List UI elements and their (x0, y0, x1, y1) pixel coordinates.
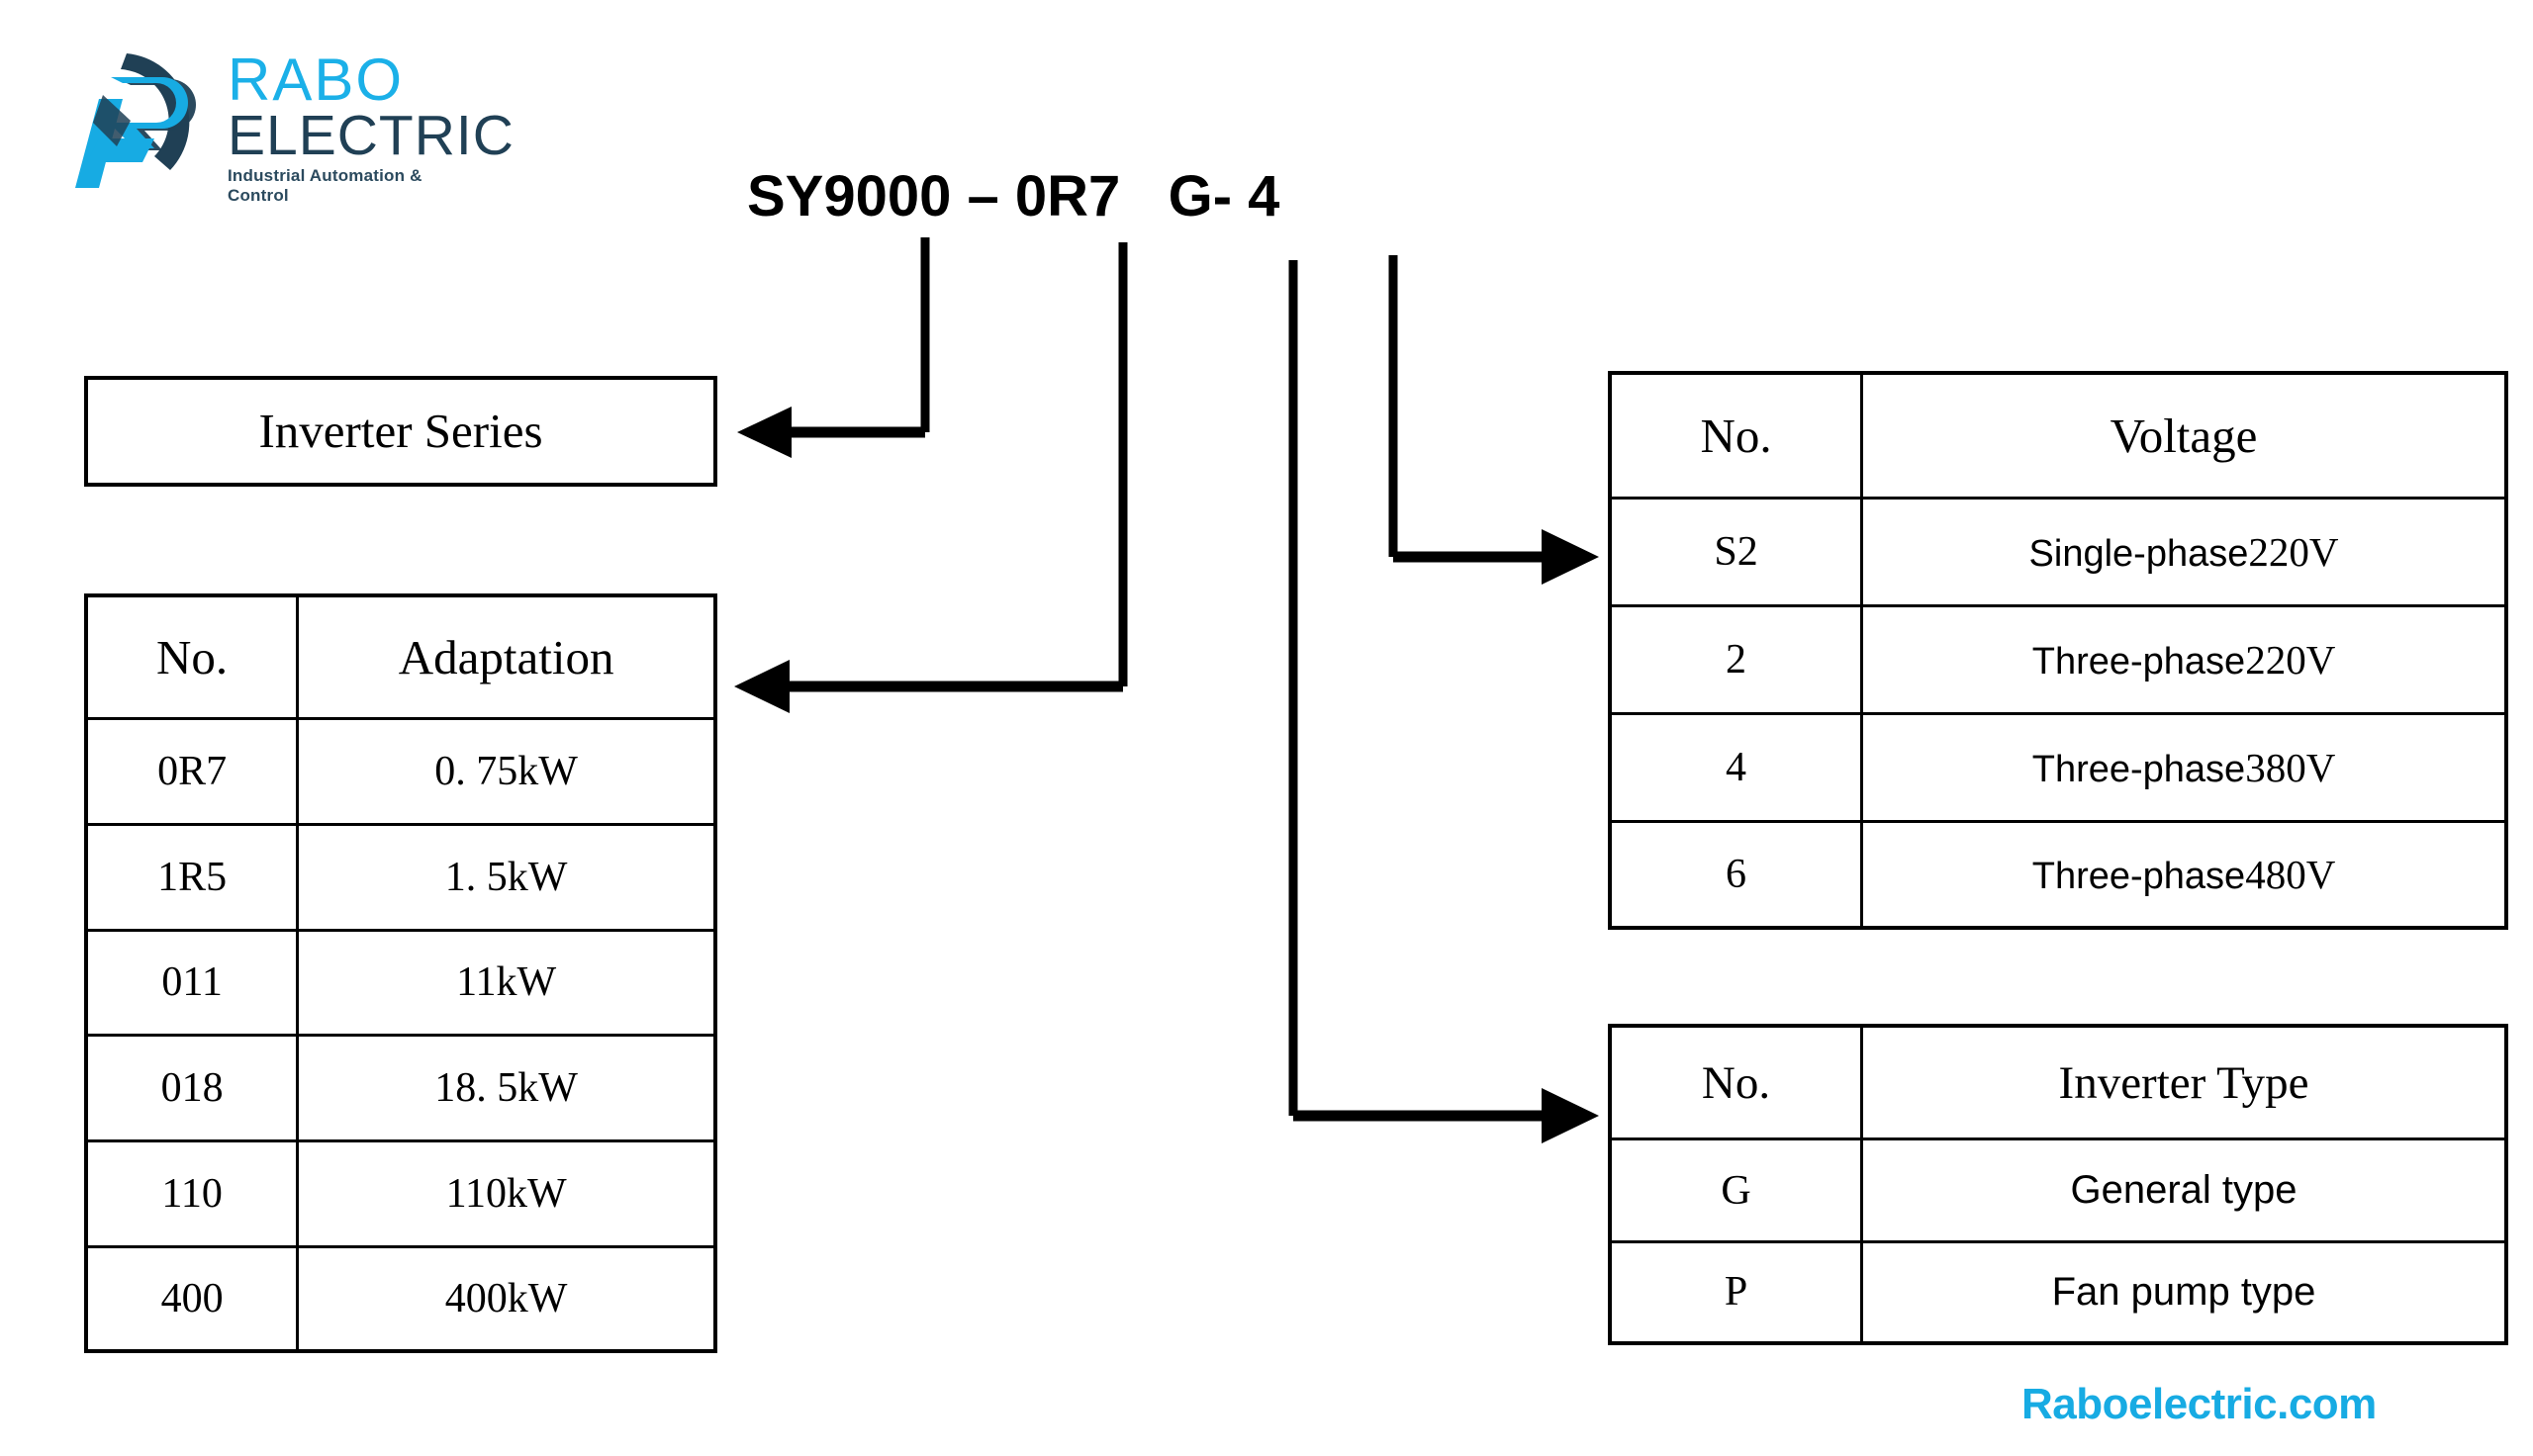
voltage-header-voltage: Voltage (1860, 375, 2504, 500)
inverter-type-table: No. Inverter Type G General type P Fan p… (1608, 1024, 2508, 1345)
voltage-no: S2 (1612, 497, 1864, 608)
voltage-phase: Three-phase (2031, 641, 2246, 683)
table-row: 400 400kW (88, 1244, 713, 1349)
adaptation-value: 0. 75kW (296, 716, 713, 826)
table-row: P Fan pump type (1612, 1239, 2504, 1341)
table-row: 2 Three-phase220V (1612, 604, 2504, 715)
adaptation-no: 400 (88, 1244, 300, 1349)
adaptation-value: 1. 5kW (296, 822, 713, 932)
table-row: S2 Single-phase220V (1612, 497, 2504, 608)
leader-voltage (1388, 255, 1599, 585)
voltage-phase: Single-phase (2028, 533, 2249, 576)
adaptation-table: No. Adaptation 0R7 0. 75kW 1R5 1. 5kW 01… (84, 593, 717, 1353)
table-row: 1R5 1. 5kW (88, 822, 713, 932)
table-row: 6 Three-phase480V (1612, 819, 2504, 926)
table-row: 4 Three-phase380V (1612, 712, 2504, 823)
adaptation-value: 11kW (296, 928, 713, 1038)
adaptation-no: 018 (88, 1034, 300, 1143)
type-value: Fan pump type (1860, 1239, 2504, 1341)
adaptation-value: 110kW (296, 1139, 713, 1248)
adaptation-header-no: No. (88, 597, 300, 720)
voltage-no: 6 (1612, 819, 1864, 926)
type-value: General type (1860, 1138, 2504, 1243)
adaptation-header-adaptation: Adaptation (296, 597, 713, 720)
table-row: 018 18. 5kW (88, 1034, 713, 1143)
leader-inverter-type (1288, 260, 1599, 1143)
leader-inverter-series (737, 237, 930, 458)
inverter-series-box: Inverter Series (84, 376, 717, 487)
adaptation-no: 011 (88, 928, 300, 1038)
website-url[interactable]: Raboelectric.com (2021, 1380, 2377, 1429)
adaptation-no: 1R5 (88, 822, 300, 932)
voltage-no: 2 (1612, 604, 1864, 715)
voltage-table: No. Voltage S2 Single-phase220V 2 Three-… (1608, 371, 2508, 930)
voltage-value: Three-phase380V (1860, 712, 2504, 823)
voltage-no: 4 (1612, 712, 1864, 823)
table-row: G General type (1612, 1138, 2504, 1243)
voltage-phase: Three-phase (2031, 748, 2246, 790)
voltage-level: 220V (2245, 637, 2336, 683)
voltage-header-no: No. (1612, 375, 1864, 500)
type-header-no: No. (1612, 1028, 1864, 1141)
table-row: 110 110kW (88, 1139, 713, 1248)
table-header-row: No. Inverter Type (1612, 1028, 2504, 1141)
inverter-series-label: Inverter Series (258, 404, 543, 458)
adaptation-no: 110 (88, 1139, 300, 1248)
voltage-value: Three-phase480V (1860, 819, 2504, 926)
table-header-row: No. Adaptation (88, 597, 713, 720)
adaptation-value: 400kW (296, 1244, 713, 1349)
voltage-level: 220V (2248, 529, 2339, 576)
voltage-level: 480V (2245, 851, 2336, 897)
voltage-level: 380V (2245, 744, 2336, 790)
diagram-canvas: RABO ELECTRIC Industrial Automation & Co… (0, 0, 2533, 1456)
voltage-value: Single-phase220V (1860, 497, 2504, 608)
voltage-phase: Three-phase (2031, 855, 2246, 897)
table-row: 0R7 0. 75kW (88, 716, 713, 826)
adaptation-value: 18. 5kW (296, 1034, 713, 1143)
adaptation-no: 0R7 (88, 716, 300, 826)
table-header-row: No. Voltage (1612, 375, 2504, 500)
type-header-type: Inverter Type (1860, 1028, 2504, 1141)
table-row: 011 11kW (88, 928, 713, 1038)
type-no: G (1612, 1138, 1864, 1243)
voltage-value: Three-phase220V (1860, 604, 2504, 715)
type-no: P (1612, 1239, 1864, 1341)
